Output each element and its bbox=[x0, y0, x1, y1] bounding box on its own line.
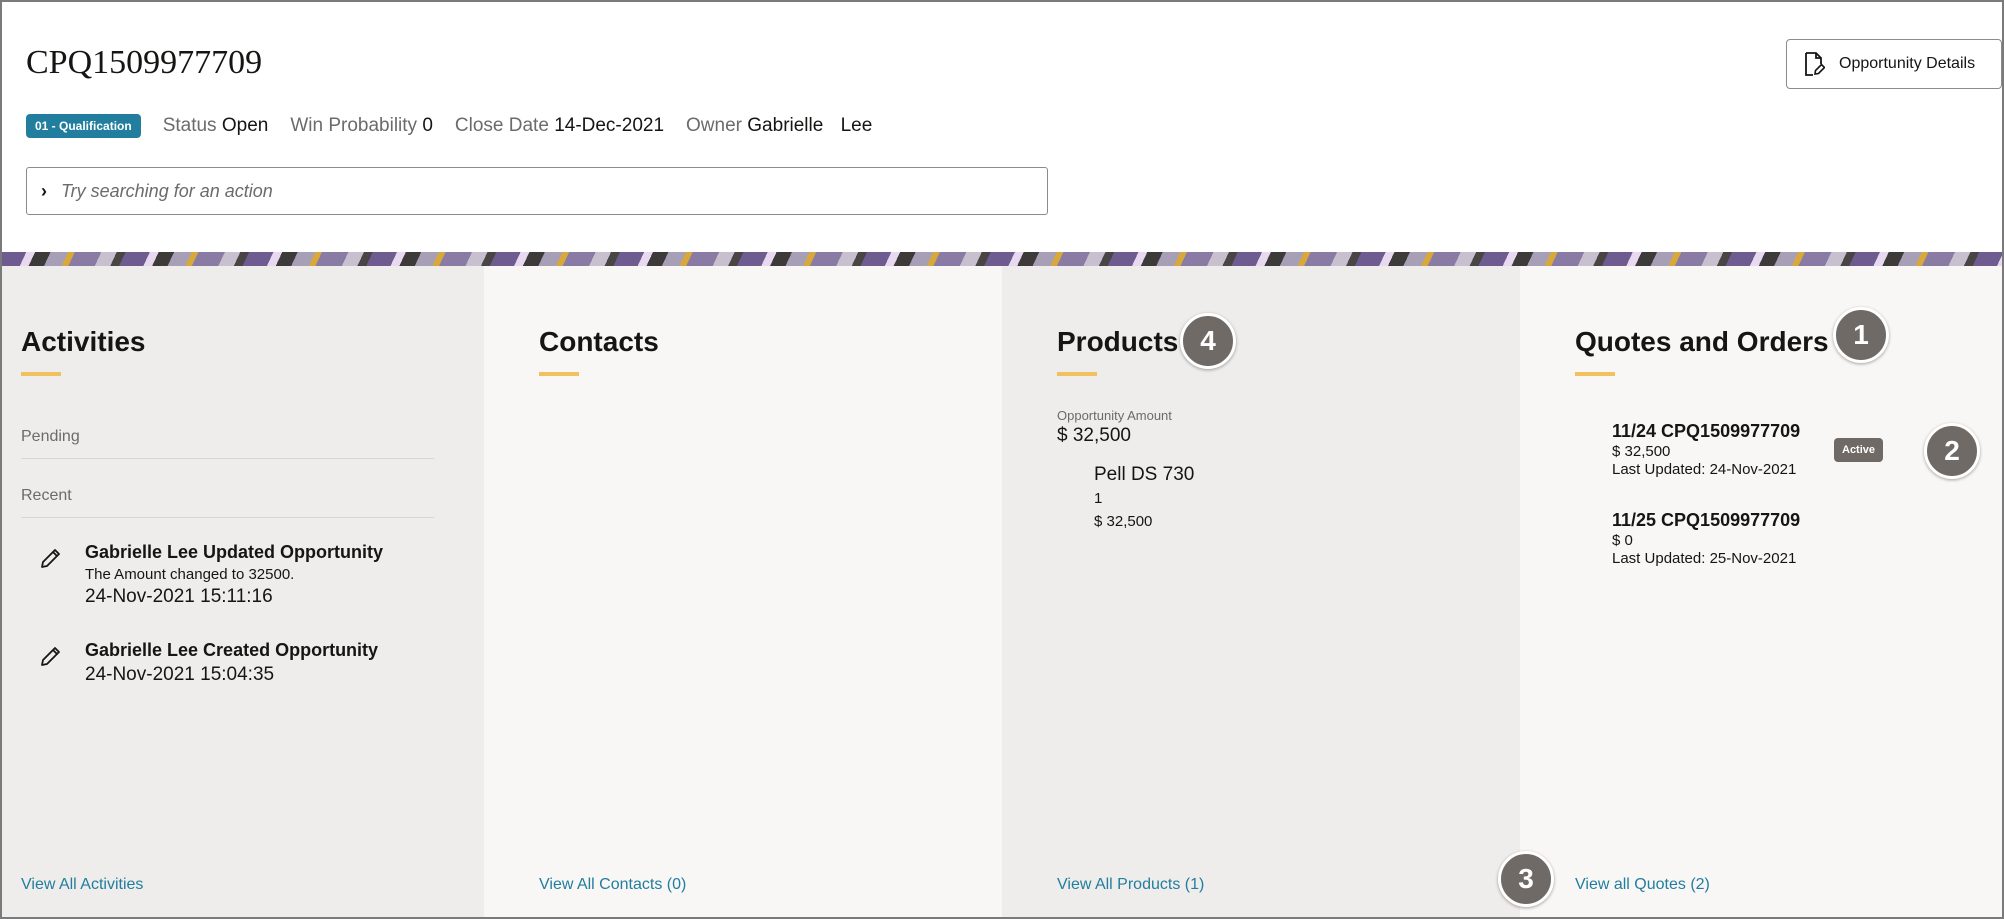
activities-panel: Activities Pending Recent Gabrielle Lee … bbox=[2, 266, 484, 917]
win-probability-label: Win Probability bbox=[290, 115, 418, 136]
owner-first-name: Gabrielle bbox=[747, 115, 824, 136]
status-field: Status Open bbox=[163, 115, 269, 137]
quote-amount: $ 0 bbox=[1612, 532, 1633, 549]
callout-marker: 4 bbox=[1180, 313, 1236, 369]
products-panel: Products Opportunity Amount $ 32,500 Pel… bbox=[1002, 266, 1520, 917]
title-underline bbox=[539, 372, 579, 376]
activity-title: Gabrielle Lee Updated Opportunity bbox=[85, 542, 384, 562]
quote-item[interactable]: 11/25 CPQ1509977709 $ 0 Last Updated: 25… bbox=[1612, 510, 1800, 567]
owner-last-name: Lee bbox=[840, 115, 873, 136]
action-search-input[interactable] bbox=[61, 180, 961, 202]
status-value: Open bbox=[221, 115, 269, 136]
contacts-title: Contacts bbox=[539, 326, 659, 357]
chevron-right-icon: › bbox=[41, 180, 47, 201]
product-price: $ 32,500 bbox=[1094, 513, 1153, 530]
divider bbox=[21, 517, 434, 518]
decorative-banner bbox=[2, 252, 2002, 266]
callout-marker: 1 bbox=[1833, 307, 1889, 363]
activity-title: Gabrielle Lee Created Opportunity bbox=[85, 640, 379, 660]
quote-last-updated: Last Updated: 24-Nov-2021 bbox=[1612, 461, 1797, 478]
quotes-orders-panel: Quotes and Orders 11/24 CPQ1509977709 $ … bbox=[1520, 266, 2002, 917]
action-search-box[interactable]: › bbox=[26, 167, 1048, 215]
pending-label: Pending bbox=[21, 428, 80, 445]
activity-item[interactable]: Gabrielle Lee Updated Opportunity The Am… bbox=[21, 542, 451, 612]
quote-last-updated: Last Updated: 25-Nov-2021 bbox=[1612, 550, 1797, 567]
close-date-value: 14-Dec-2021 bbox=[554, 115, 665, 136]
contacts-panel: Contacts View All Contacts (0) bbox=[484, 266, 1002, 917]
opportunity-page: CPQ1509977709 01 - Qualification Status … bbox=[0, 0, 2004, 919]
title-underline bbox=[21, 372, 61, 376]
win-probability-value: 0 bbox=[422, 115, 433, 136]
product-name[interactable]: Pell DS 730 bbox=[1094, 464, 1194, 486]
status-label: Status bbox=[162, 115, 217, 136]
view-all-contacts-link[interactable]: View All Contacts (0) bbox=[539, 876, 686, 894]
close-date-field: Close Date 14-Dec-2021 bbox=[455, 115, 664, 137]
activity-subtitle: The Amount changed to 32500. bbox=[85, 566, 295, 583]
callout-marker: 3 bbox=[1498, 851, 1554, 907]
divider bbox=[21, 458, 434, 459]
stage-badge: 01 - Qualification bbox=[26, 114, 141, 138]
product-quantity: 1 bbox=[1094, 490, 1103, 507]
active-status-badge: Active bbox=[1834, 438, 1884, 462]
quote-title: 11/24 CPQ1509977709 bbox=[1612, 421, 1801, 441]
view-all-products-link[interactable]: View All Products (1) bbox=[1057, 876, 1204, 894]
pencil-icon bbox=[41, 647, 60, 666]
pencil-icon bbox=[41, 549, 60, 568]
quote-amount: $ 32,500 bbox=[1612, 443, 1671, 460]
recent-label: Recent bbox=[21, 487, 72, 504]
activity-date: 24-Nov-2021 15:11:16 bbox=[85, 586, 273, 607]
page-title: CPQ1509977709 bbox=[26, 44, 263, 81]
view-all-quotes-link[interactable]: View all Quotes (2) bbox=[1575, 876, 1710, 894]
quote-title: 11/25 CPQ1509977709 bbox=[1612, 510, 1801, 530]
callout-marker: 2 bbox=[1924, 423, 1980, 479]
opportunity-details-button[interactable]: Opportunity Details bbox=[1786, 39, 2002, 89]
activity-date: 24-Nov-2021 15:04:35 bbox=[85, 664, 275, 685]
activity-item[interactable]: Gabrielle Lee Created Opportunity 24-Nov… bbox=[21, 640, 451, 690]
owner-label: Owner bbox=[686, 115, 742, 136]
document-edit-icon bbox=[1805, 52, 1825, 76]
quotes-orders-title: Quotes and Orders bbox=[1575, 326, 1829, 357]
close-date-label: Close Date bbox=[454, 115, 549, 136]
opportunity-amount-label: Opportunity Amount bbox=[1057, 408, 1172, 423]
view-all-activities-link[interactable]: View All Activities bbox=[21, 876, 143, 894]
title-underline bbox=[1057, 372, 1097, 376]
opportunity-header: CPQ1509977709 01 - Qualification Status … bbox=[2, 2, 2002, 252]
win-probability-field: Win Probability 0 bbox=[290, 115, 433, 137]
quote-item[interactable]: 11/24 CPQ1509977709 $ 32,500 Last Update… bbox=[1612, 421, 1800, 478]
opportunity-details-label: Opportunity Details bbox=[1839, 55, 1976, 72]
activities-title: Activities bbox=[21, 326, 146, 357]
owner-field: Owner Gabrielle Lee bbox=[686, 115, 872, 137]
title-underline bbox=[1575, 372, 1615, 376]
products-title: Products bbox=[1057, 326, 1179, 357]
opportunity-meta: 01 - Qualification Status Open Win Proba… bbox=[26, 112, 894, 140]
opportunity-amount-value: $ 32,500 bbox=[1057, 425, 1131, 446]
